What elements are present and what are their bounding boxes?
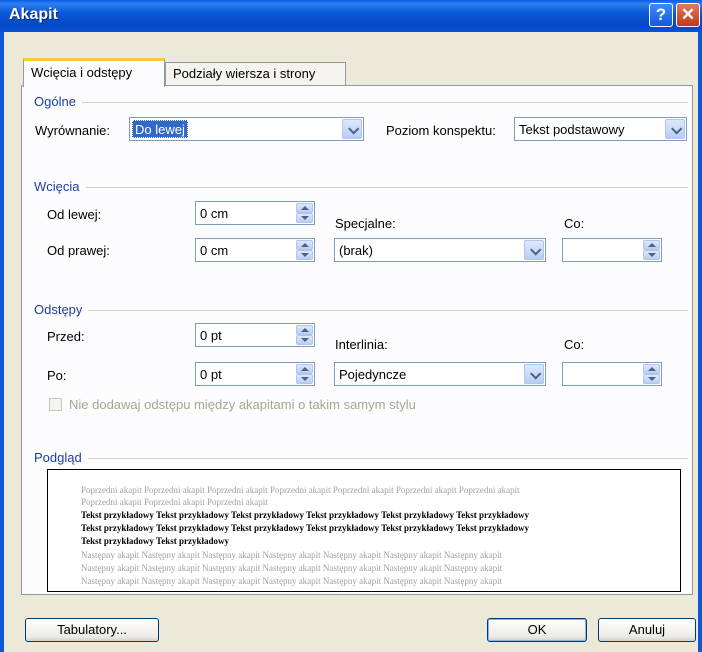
space-before-label: Przed: — [47, 329, 85, 344]
indent-right-label: Od prawej: — [47, 243, 110, 258]
no-space-same-style-label: Nie dodawaj odstępu między akapitami o t… — [69, 397, 416, 412]
chevron-down-icon[interactable] — [524, 240, 544, 260]
alignment-select[interactable]: Do lewej — [129, 117, 364, 141]
indent-by-input[interactable] — [562, 238, 662, 262]
indent-by-label: Co: — [564, 216, 585, 231]
spinner[interactable] — [296, 364, 313, 384]
indent-right-value: 0 cm — [200, 243, 229, 258]
line-spacing-value: Pojedyncze — [339, 367, 407, 382]
spinner[interactable] — [643, 364, 660, 384]
tab-line-page-breaks[interactable]: Podziały wiersza i strony — [165, 62, 346, 86]
spin-up-icon[interactable] — [296, 240, 313, 250]
divider — [34, 187, 688, 188]
divider — [34, 102, 688, 103]
indent-right-input[interactable]: 0 cm — [195, 238, 315, 262]
preview-next-line: Następny akapit Następny akapit Następny… — [81, 550, 503, 560]
line-spacing-at-input[interactable] — [562, 362, 662, 386]
chevron-down-icon[interactable] — [665, 119, 685, 139]
window-frame-right — [698, 32, 702, 652]
spin-up-icon[interactable] — [296, 203, 313, 213]
spinner[interactable] — [296, 203, 313, 223]
help-button[interactable]: ? — [649, 3, 673, 27]
space-before-input[interactable]: 0 pt — [195, 323, 315, 347]
window-frame-left — [0, 32, 4, 652]
special-indent-select[interactable]: (brak) — [334, 238, 546, 262]
space-before-value: 0 pt — [200, 328, 222, 343]
spin-up-icon[interactable] — [296, 325, 313, 335]
indent-left-value: 0 cm — [200, 206, 229, 221]
special-indent-label: Specjalne: — [335, 216, 396, 231]
chevron-down-icon[interactable] — [524, 364, 544, 384]
no-space-same-style-checkbox[interactable] — [49, 398, 62, 411]
preview-previous-line: Poprzedni akapit Poprzedni akapit Poprze… — [81, 485, 520, 495]
divider — [34, 458, 688, 459]
close-button[interactable]: ✕ — [676, 3, 700, 27]
window-title: Akapit — [9, 6, 58, 23]
preview-current-line: Tekst przykładowy Tekst przykładowy — [81, 536, 229, 546]
cancel-button[interactable]: Anuluj — [598, 618, 696, 642]
ok-button[interactable]: OK — [487, 618, 587, 642]
spin-down-icon[interactable] — [643, 250, 660, 260]
indent-left-input[interactable]: 0 cm — [195, 201, 315, 225]
space-after-label: Po: — [47, 368, 67, 383]
paragraph-preview: Poprzedni akapit Poprzedni akapit Poprze… — [47, 469, 681, 592]
group-heading-preview: Podgląd — [34, 450, 88, 465]
spin-down-icon[interactable] — [643, 374, 660, 384]
spin-up-icon[interactable] — [643, 364, 660, 374]
outline-level-label: Poziom konspektu: — [386, 123, 496, 138]
spin-up-icon[interactable] — [296, 364, 313, 374]
divider — [34, 310, 688, 311]
indent-left-label: Od lewej: — [47, 207, 102, 222]
tabs-button[interactable]: Tabulatory... — [25, 618, 159, 642]
chevron-down-icon[interactable] — [342, 119, 362, 139]
spin-up-icon[interactable] — [643, 240, 660, 250]
group-heading-spacing: Odstępy — [34, 302, 89, 317]
group-heading-general: Ogólne — [34, 94, 82, 109]
alignment-value: Do lewej — [132, 120, 188, 138]
line-spacing-at-label: Co: — [564, 337, 585, 352]
special-indent-value: (brak) — [339, 243, 373, 258]
tab-indents-spacing[interactable]: Wcięcia i odstępy — [23, 58, 165, 87]
preview-next-line: Następny akapit Następny akapit Następny… — [81, 563, 503, 573]
title-bar: Akapit ? ✕ — [0, 0, 702, 32]
spin-down-icon[interactable] — [296, 213, 313, 223]
preview-current-line: Tekst przykładowy Tekst przykładowy Teks… — [81, 510, 530, 520]
spinner[interactable] — [643, 240, 660, 260]
spinner[interactable] — [296, 325, 313, 345]
space-after-input[interactable]: 0 pt — [195, 362, 315, 386]
line-spacing-label: Interlinia: — [335, 337, 388, 352]
spinner[interactable] — [296, 240, 313, 260]
line-spacing-select[interactable]: Pojedyncze — [334, 362, 546, 386]
preview-previous-line: Poprzedni akapit Poprzedni akapit Poprze… — [81, 497, 268, 507]
spin-down-icon[interactable] — [296, 250, 313, 260]
space-after-value: 0 pt — [200, 367, 222, 382]
group-heading-indents: Wcięcia — [34, 179, 86, 194]
alignment-label: Wyrównanie: — [35, 123, 111, 138]
outline-level-value: Tekst podstawowy — [519, 122, 625, 137]
spin-down-icon[interactable] — [296, 374, 313, 384]
outline-level-select[interactable]: Tekst podstawowy — [514, 117, 687, 141]
preview-current-line: Tekst przykładowy Tekst przykładowy Teks… — [81, 523, 530, 533]
preview-next-line: Następny akapit Następny akapit Następny… — [81, 576, 503, 586]
spin-down-icon[interactable] — [296, 335, 313, 345]
